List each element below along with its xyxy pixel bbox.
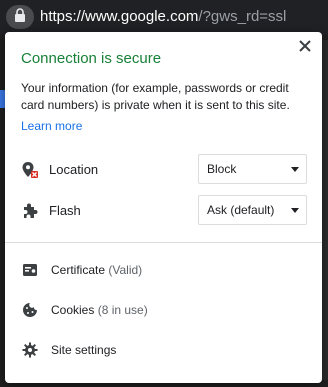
chevron-down-icon (291, 208, 299, 213)
certificate-title: Certificate (51, 263, 106, 277)
puzzle-piece-icon (21, 202, 39, 220)
permission-label-flash: Flash (49, 203, 81, 218)
learn-more-link[interactable]: Learn more (21, 119, 82, 133)
flash-permission-select[interactable]: Ask (default) (198, 195, 307, 225)
cookies-label: Cookies (8 in use) (51, 303, 148, 317)
connection-description: Your information (for example, passwords… (21, 81, 290, 112)
cookies-row[interactable]: Cookies (8 in use) (5, 291, 322, 331)
location-permission-select[interactable]: Block (198, 154, 307, 184)
location-blocked-icon (21, 161, 39, 179)
url-path: /?gws_rd=ssl (198, 8, 287, 25)
close-button[interactable] (296, 39, 314, 57)
permission-row-location: Location Block (5, 154, 322, 186)
certificate-row[interactable]: Certificate (Valid) (5, 251, 322, 291)
certificate-icon (22, 262, 38, 278)
gear-icon (22, 342, 38, 358)
lock-icon (14, 7, 26, 27)
site-info-button[interactable] (6, 5, 34, 29)
cookie-icon (22, 302, 38, 318)
url-text[interactable]: https://www.google.com/?gws_rd=ssl (40, 8, 286, 25)
flash-permission-value: Ask (default) (207, 203, 275, 217)
cookies-count: (8 in use) (97, 303, 148, 317)
location-permission-value: Block (207, 162, 237, 176)
cookies-title: Cookies (51, 303, 95, 317)
connection-status-title: Connection is secure (21, 50, 162, 67)
site-info-popup: Connection is secure Your information (f… (5, 32, 322, 383)
permission-label-location: Location (49, 162, 99, 177)
url-host: https://www.google.com (40, 8, 199, 25)
page-background-edge (322, 40, 328, 380)
close-icon (299, 39, 311, 57)
site-settings-row[interactable]: Site settings (5, 331, 322, 371)
permission-row-flash: Flash Ask (default) (5, 195, 322, 227)
certificate-label: Certificate (Valid) (51, 263, 142, 277)
section-divider (5, 242, 322, 243)
certificate-status: (Valid) (108, 263, 143, 277)
address-bar[interactable]: https://www.google.com/?gws_rd=ssl (0, 0, 328, 34)
site-settings-label: Site settings (51, 343, 117, 357)
chevron-down-icon (291, 167, 299, 172)
